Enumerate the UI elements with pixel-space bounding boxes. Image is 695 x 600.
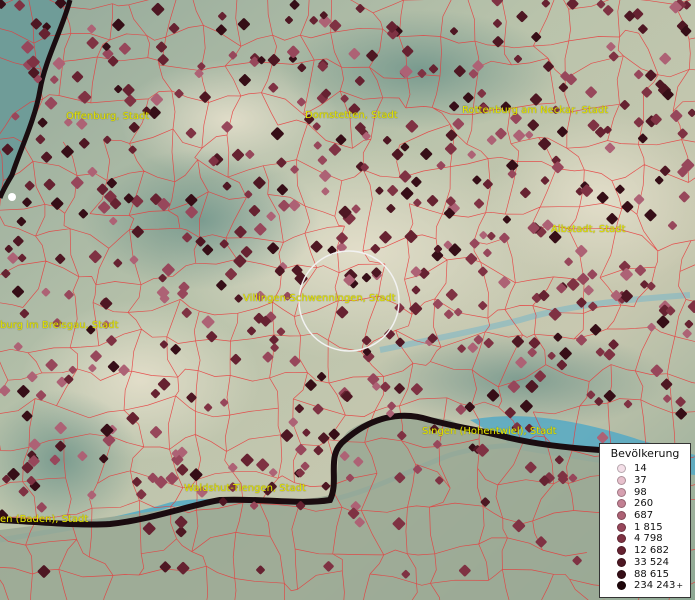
legend-item: 1 815 — [600, 521, 690, 533]
city-label-singen: Singen (Hohentwiel), Stadt — [422, 426, 557, 437]
legend-item: 14 — [600, 463, 690, 475]
legend-item: 37 — [600, 475, 690, 487]
legend-label: 98 — [634, 486, 647, 498]
legend-label: 4 798 — [634, 533, 663, 545]
city-label-villingen-schwenningen: Villingen-Schwenningen, Stadt — [243, 293, 396, 304]
legend-swatch — [617, 511, 626, 521]
legend-label: 234 243 — [634, 580, 676, 592]
legend-item: 88 615 — [600, 568, 690, 580]
border-marker-west — [8, 193, 16, 201]
legend-swatch — [617, 487, 626, 497]
legend-label: 37 — [634, 475, 647, 487]
legend-swatch — [617, 522, 626, 532]
legend-item: 12 682 — [600, 545, 690, 557]
legend-label: 260 — [634, 498, 654, 510]
legend-item: 33 524 — [600, 557, 690, 569]
legend-swatch — [617, 476, 626, 486]
legend-label: 88 615 — [634, 568, 669, 580]
legend-swatch — [617, 534, 626, 544]
city-label-rottenburg: Rottenburg am Neckar, Stadt — [462, 105, 609, 116]
legend-swatch — [617, 464, 626, 474]
population-legend: Bevölkerung 14 37 98 260 687 1 815 4 798… — [599, 443, 691, 598]
legend-item: 260 — [600, 498, 690, 510]
city-label-dornstetten: Dornstetten, Stadt — [305, 110, 398, 121]
legend-label: 1 815 — [634, 521, 663, 533]
legend-label: 33 524 — [634, 556, 669, 568]
legend-title: Bevölkerung — [610, 447, 680, 460]
legend-label: 687 — [634, 510, 654, 522]
city-label-waldshut-tiengen: Waldshut-Tiengen, Stadt — [184, 483, 306, 494]
city-label-offenburg: Offenburg, Stadt — [66, 111, 150, 122]
legend-plus: + — [676, 581, 684, 591]
legend-swatch — [617, 546, 626, 556]
legend-swatch — [617, 499, 626, 509]
legend-item: 98 — [600, 486, 690, 498]
legend-item: 234 243 + — [600, 580, 690, 592]
city-label-baden: en (Baden), Stadt — [0, 514, 89, 525]
legend-item: 4 798 — [600, 533, 690, 545]
legend-label: 14 — [634, 463, 647, 475]
city-label-albstadt: Albstadt, Stadt — [551, 224, 626, 235]
legend-swatch — [617, 581, 626, 591]
legend-swatch — [617, 569, 626, 579]
city-label-freiburg: burg im Breisgau, Stadt — [0, 320, 119, 331]
legend-item: 687 — [600, 510, 690, 522]
legend-swatch — [617, 557, 626, 567]
legend-label: 12 682 — [634, 545, 669, 557]
